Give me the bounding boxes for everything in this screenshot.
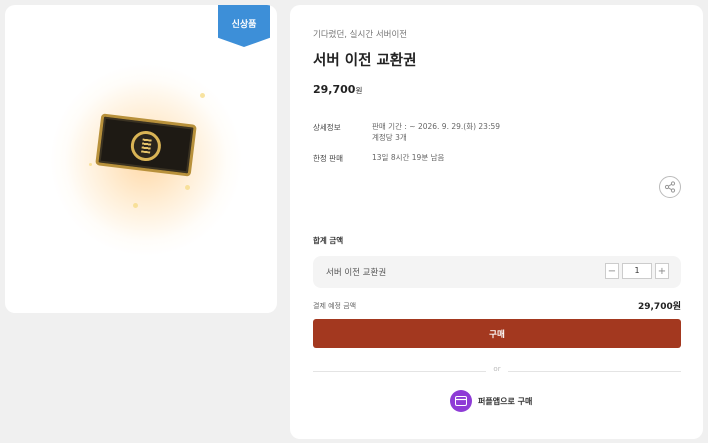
- detail-info-label: 상세정보: [313, 123, 341, 132]
- share-button[interactable]: [659, 176, 681, 198]
- badge-label: 신상품: [231, 20, 257, 30]
- or-label: or: [486, 365, 508, 373]
- purple-app-buy-button[interactable]: 퍼플앱으로 구매: [450, 389, 532, 413]
- new-product-badge: 신상품: [218, 5, 270, 47]
- purple-app-buy-label: 퍼플앱으로 구매: [478, 396, 533, 406]
- account-limit: 계정당 3개: [372, 133, 407, 142]
- product-title: 서버 이전 교환권: [313, 53, 417, 69]
- expected-payment-amount: 29,700원: [637, 302, 681, 312]
- price-currency: 원: [355, 86, 363, 95]
- sparkle: [200, 93, 205, 98]
- sparkle: [133, 203, 138, 208]
- order-item-name: 서버 이전 교환권: [326, 268, 387, 278]
- share-icon: [664, 181, 676, 193]
- price-value: 29,700: [313, 83, 356, 96]
- increase-quantity-button[interactable]: +: [655, 263, 669, 279]
- sparkle: [185, 185, 190, 190]
- card-icon: [455, 396, 467, 406]
- ticket-emblem-icon: [129, 129, 163, 163]
- product-subtitle: 기다렸던, 실시간 서버이전: [313, 30, 408, 40]
- sale-period: 판매 기간 : ~ 2026. 9. 29.(화) 23:59: [372, 122, 501, 131]
- product-price: 29,700원: [313, 83, 362, 96]
- product-image-card: 신상품: [5, 5, 277, 313]
- decrease-quantity-button[interactable]: −: [605, 263, 619, 279]
- quantity-stepper: − 1 +: [605, 263, 669, 279]
- sparkle: [89, 163, 92, 166]
- remaining-time: 13일 8시간 19분 남음: [372, 153, 445, 162]
- limited-sale-label: 한정 판매: [313, 154, 343, 163]
- buy-button[interactable]: 구매: [313, 319, 681, 348]
- purchase-panel: 기다렸던, 실시간 서버이전 서버 이전 교환권 29,700원 상세정보 판매…: [290, 5, 703, 439]
- quantity-input[interactable]: 1: [622, 263, 652, 279]
- purple-app-icon: [450, 390, 472, 412]
- order-item-row: 서버 이전 교환권 − 1 +: [313, 256, 681, 288]
- total-amount-label: 합계 금액: [313, 236, 344, 245]
- expected-payment-label: 결제 예정 금액: [313, 302, 357, 310]
